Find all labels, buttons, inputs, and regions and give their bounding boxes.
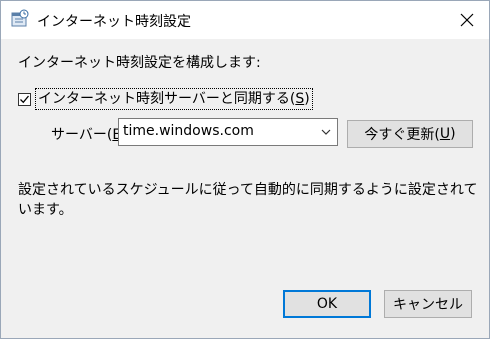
checkmark-icon [20,95,30,103]
dialog-heading: インターネット時刻設定を構成します: [18,55,261,71]
chevron-down-icon[interactable] [321,128,331,136]
sync-checkbox-row[interactable]: インターネット時刻サーバーと同期する(S) [18,88,313,110]
server-combobox[interactable]: time.windows.com [118,118,338,146]
update-now-button[interactable]: 今すぐ更新(U) [347,120,473,148]
server-value[interactable]: time.windows.com [123,123,254,139]
title-bar[interactable]: インターネット時刻設定 [1,1,489,39]
ok-button[interactable]: OK [283,290,371,318]
sync-checkbox[interactable] [18,92,31,106]
close-button[interactable] [445,1,489,39]
clock-calendar-icon [10,9,30,29]
dialog-window: インターネット時刻設定 インターネット時刻設定を構成します: インターネット時刻… [0,0,490,339]
close-icon [460,13,474,27]
window-title: インターネット時刻設定 [37,14,191,30]
sync-checkbox-label[interactable]: インターネット時刻サーバーと同期する(S) [35,88,313,110]
sync-status-text: 設定されているスケジュールに従って自動的に同期するように設定されています。 [18,182,478,218]
cancel-button[interactable]: キャンセル [384,290,472,318]
